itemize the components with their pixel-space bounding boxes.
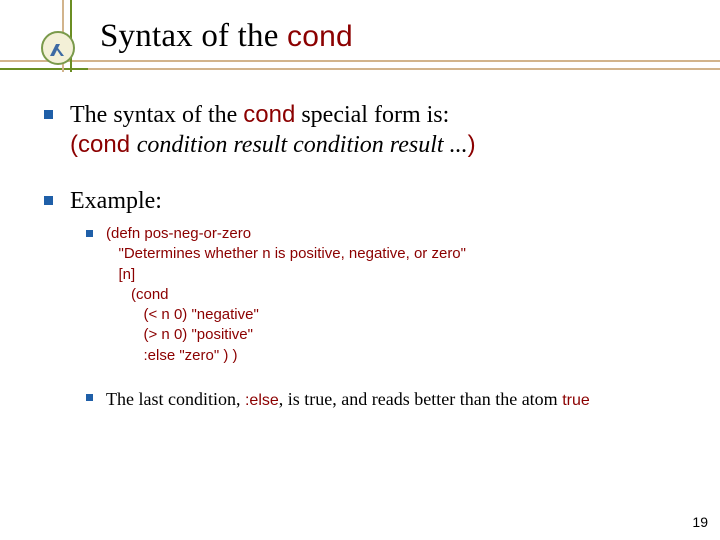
title-code: cond (287, 20, 353, 53)
text: , is true, and reads better than the ato… (279, 389, 562, 409)
slide-title: Syntax of the cond (100, 18, 353, 55)
text: special form is: (295, 102, 449, 128)
page-number: 19 (692, 514, 708, 530)
bullet-code: (defn pos-neg-or-zero "Determines whethe… (70, 224, 700, 366)
decor-line (0, 68, 720, 70)
text: The last condition, (106, 389, 245, 409)
bullet-note: The last condition, :else, is true, and … (70, 388, 700, 411)
code-word: ) (468, 131, 476, 158)
decor-line (0, 60, 720, 62)
bullet-example: Example: (defn pos-neg-or-zero "Determin… (40, 186, 700, 411)
code-word: (cond (70, 131, 137, 158)
lambda-logo-icon (40, 30, 76, 66)
bullet-syntax: The syntax of the cond special form is: … (40, 100, 700, 160)
title-text: Syntax of the (100, 18, 287, 54)
code-block: (defn pos-neg-or-zero "Determines whethe… (106, 224, 700, 366)
code-word: true (562, 392, 590, 409)
text: Example: (70, 188, 162, 214)
slide-header: Syntax of the cond (0, 0, 720, 72)
code-word: cond (243, 101, 295, 128)
text: The syntax of the (70, 102, 243, 128)
decor-line (0, 68, 88, 70)
slide-body: The syntax of the cond special form is: … (40, 100, 700, 437)
code-word: :else (245, 392, 279, 409)
slide: Syntax of the cond The syntax of the con… (0, 0, 720, 540)
italic-text: condition result condition result ... (137, 132, 468, 158)
